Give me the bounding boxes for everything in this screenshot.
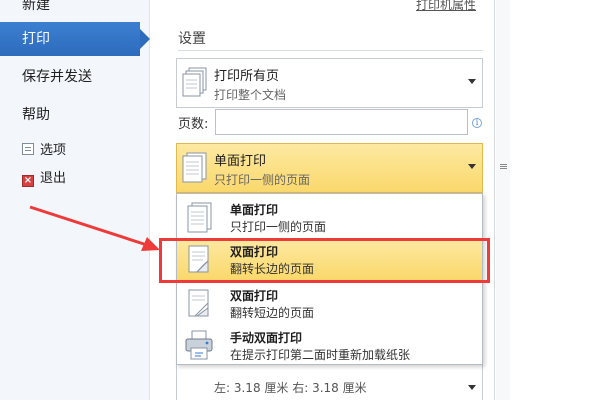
chevron-down-icon bbox=[468, 79, 476, 84]
print-pages-dropdown[interactable]: 打印所有页 打印整个文档 bbox=[176, 58, 483, 108]
exit-icon: × bbox=[22, 175, 34, 187]
nav-save-send[interactable]: 保存并发送 bbox=[0, 60, 150, 94]
left-nav: 新建 打印 保存并发送 帮助 选项 × 退出 bbox=[0, 0, 150, 400]
sides-dropdown-title: 单面打印 bbox=[214, 154, 267, 169]
nav-help[interactable]: 帮助 bbox=[0, 98, 150, 132]
pages-input[interactable] bbox=[215, 109, 468, 135]
panel-divider bbox=[494, 0, 495, 400]
menu-item-title: 手动双面打印 bbox=[230, 331, 303, 345]
menu-item-title: 双面打印 bbox=[230, 289, 279, 303]
single-sided-icon bbox=[187, 202, 212, 233]
settings-title: 设置 bbox=[178, 31, 206, 47]
options-icon bbox=[22, 143, 34, 155]
nav-print[interactable]: 打印 bbox=[0, 22, 150, 56]
pages-dropdown-title: 打印所有页 bbox=[214, 69, 280, 84]
margins-dropdown[interactable]: 左: 3.18 厘米 右: 3.18 厘米 bbox=[176, 364, 483, 400]
menu-item-subtitle: 翻转短边的页面 bbox=[230, 306, 315, 320]
nav-options-label: 选项 bbox=[40, 143, 67, 158]
pages-label: 页数: bbox=[178, 117, 209, 132]
nav-options[interactable]: 选项 bbox=[22, 140, 66, 162]
printer-properties-link[interactable]: 打印机属性 bbox=[416, 0, 476, 13]
nav-new[interactable]: 新建 bbox=[0, 0, 150, 22]
nav-exit[interactable]: × 退出 bbox=[22, 168, 66, 190]
margins-dropdown-text: 左: 3.18 厘米 右: 3.18 厘米 bbox=[214, 381, 367, 395]
menu-item-title: 单面打印 bbox=[230, 203, 279, 217]
menu-item-duplex-short-edge[interactable]: 双面打印 翻转短边的页面 bbox=[177, 282, 482, 324]
sides-dropdown-subtitle: 只打印一侧的页面 bbox=[214, 173, 311, 187]
preview-area bbox=[510, 0, 600, 400]
menu-item-subtitle: 只打印一侧的页面 bbox=[230, 220, 327, 234]
duplex-short-edge-icon bbox=[188, 289, 209, 317]
annotation-highlight-box bbox=[159, 238, 490, 283]
single-sided-icon bbox=[182, 152, 207, 183]
menu-item-manual-duplex[interactable]: 手动双面打印 在提示打印第二面时重新加载纸张 bbox=[177, 324, 482, 366]
manual-duplex-printer-icon bbox=[185, 330, 213, 360]
menu-item-subtitle: 在提示打印第二面时重新加载纸张 bbox=[230, 348, 411, 362]
pages-dropdown-subtitle: 打印整个文档 bbox=[214, 88, 287, 102]
menu-item-single-sided[interactable]: 单面打印 只打印一侧的页面 bbox=[177, 196, 482, 238]
panel-splitter[interactable] bbox=[496, 0, 510, 400]
print-sides-dropdown[interactable]: 单面打印 只打印一侧的页面 bbox=[176, 143, 483, 193]
info-icon[interactable]: i bbox=[472, 118, 482, 128]
splitter-grip-icon bbox=[500, 164, 507, 165]
chevron-down-icon bbox=[468, 164, 476, 169]
pages-stack-icon bbox=[182, 67, 207, 97]
settings-divider bbox=[178, 50, 483, 51]
chevron-down-icon bbox=[468, 385, 476, 390]
nav-exit-label: 退出 bbox=[40, 171, 67, 186]
